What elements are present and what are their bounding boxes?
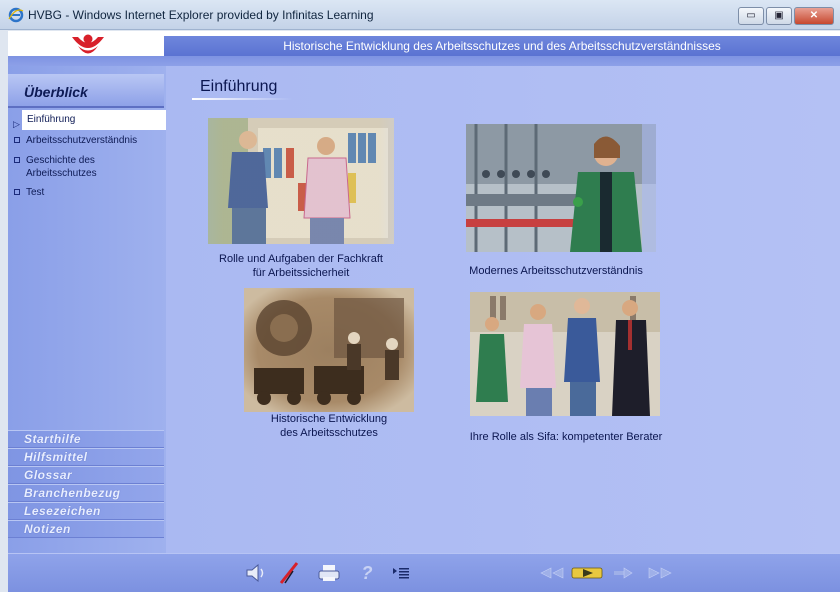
tools-menu: Starthilfe Hilfsmittel Glossar Branchenb… bbox=[8, 430, 164, 538]
tile-caption: Ihre Rolle als Sifa: kompetenter Berater bbox=[456, 430, 676, 444]
nav-item-geschichte[interactable]: Geschichte des Arbeitsschutzes bbox=[8, 154, 108, 180]
window-title: HVBG - Windows Internet Explorer provide… bbox=[28, 8, 374, 22]
nav-item-label: Test bbox=[26, 187, 45, 198]
nav-item-label: Arbeitsschutzverständnis bbox=[26, 135, 138, 146]
photo-woman-factory bbox=[466, 124, 656, 252]
photo-historic-workshop bbox=[244, 288, 414, 412]
minimize-button[interactable]: ▭ bbox=[738, 7, 764, 25]
sidebar-heading-label: Überblick bbox=[24, 84, 88, 100]
tile-caption: Historische Entwicklung des Arbeitsschut… bbox=[244, 412, 414, 440]
bottom-bar-left bbox=[8, 553, 166, 592]
menu-hilfsmittel[interactable]: Hilfsmittel bbox=[8, 448, 164, 466]
tile-fachkraft[interactable]: Rolle und Aufgaben der Fachkraft für Arb… bbox=[206, 118, 396, 280]
tile-caption-line1: Modernes Arbeitsschutzverständnis bbox=[469, 265, 643, 277]
nav-item-arbeitsschutzverstaendnis[interactable]: Arbeitsschutzverständnis bbox=[8, 134, 166, 148]
tile-historische-entwicklung[interactable]: Historische Entwicklung des Arbeitsschut… bbox=[244, 288, 414, 448]
nav-list: ▷ Einführung Arbeitsschutzverständnis Ge… bbox=[8, 110, 166, 206]
sidebar-heading: Überblick bbox=[8, 74, 164, 108]
menu-glossar[interactable]: Glossar bbox=[8, 466, 164, 484]
restore-button[interactable]: ▣ bbox=[766, 7, 792, 25]
print-icon[interactable] bbox=[316, 562, 342, 584]
photo-four-people-handshake bbox=[470, 292, 660, 416]
menu-notizen[interactable]: Notizen bbox=[8, 520, 164, 538]
tile-sifa-berater[interactable]: Ihre Rolle als Sifa: kompetenter Berater bbox=[456, 288, 676, 448]
tile-caption-line2: für Arbeitssicherheit bbox=[252, 267, 350, 279]
nav-item-test[interactable]: Test bbox=[8, 186, 166, 200]
mute-icon[interactable] bbox=[276, 562, 302, 584]
tile-caption-line1: Ihre Rolle als Sifa: kompetenter Berater bbox=[469, 431, 663, 443]
title-underline bbox=[192, 98, 292, 100]
rewind-icon[interactable] bbox=[536, 562, 566, 584]
header-strip bbox=[8, 56, 840, 66]
close-button[interactable]: ✕ bbox=[794, 7, 834, 25]
fast-forward-icon[interactable] bbox=[646, 562, 676, 584]
internet-explorer-icon bbox=[8, 7, 24, 23]
sidebar: Überblick ▷ Einführung Arbeitsschutzvers… bbox=[8, 66, 166, 553]
arrow-right-icon: ▷ bbox=[13, 119, 20, 129]
checkbox-icon bbox=[14, 189, 20, 195]
help-icon[interactable]: ? bbox=[354, 562, 380, 584]
header-title: Historische Entwicklung des Arbeitsschut… bbox=[283, 39, 721, 53]
tile-caption-line2: des Arbeitsschutzes bbox=[280, 427, 378, 439]
tile-caption: Modernes Arbeitsschutzverständnis bbox=[456, 264, 656, 278]
page-title: Einführung bbox=[200, 78, 278, 95]
main-content: Einführung Rolle und Aufgaben der Fachkr… bbox=[166, 66, 840, 553]
photo-two-men-office bbox=[208, 118, 394, 244]
forward-icon[interactable] bbox=[610, 562, 636, 584]
tile-caption-line1: Rolle und Aufgaben der Fachkraft bbox=[219, 253, 383, 265]
tile-modernes-verstaendnis[interactable]: Modernes Arbeitsschutzverständnis bbox=[456, 118, 656, 278]
bottom-toolbar: ? bbox=[166, 553, 840, 592]
checkbox-icon bbox=[14, 137, 20, 143]
nav-item-label: Einführung bbox=[27, 114, 76, 125]
menu-starthilfe[interactable]: Starthilfe bbox=[8, 430, 164, 448]
menu-lesezeichen[interactable]: Lesezeichen bbox=[8, 502, 164, 520]
window-titlebar: HVBG - Windows Internet Explorer provide… bbox=[0, 0, 840, 30]
menu-branchenbezug[interactable]: Branchenbezug bbox=[8, 484, 164, 502]
tile-caption: Rolle und Aufgaben der Fachkraft für Arb… bbox=[206, 252, 396, 280]
nav-item-label: Geschichte des Arbeitsschutzes bbox=[26, 155, 97, 179]
tile-caption-line1: Historische Entwicklung bbox=[270, 413, 388, 425]
window-controls: ▭ ▣ ✕ bbox=[738, 7, 834, 25]
menu-icon[interactable] bbox=[388, 562, 414, 584]
checkbox-icon bbox=[14, 157, 20, 163]
speaker-icon[interactable] bbox=[244, 562, 270, 584]
nav-item-einfuehrung[interactable]: ▷ Einführung bbox=[13, 110, 166, 130]
play-icon[interactable] bbox=[570, 562, 604, 584]
